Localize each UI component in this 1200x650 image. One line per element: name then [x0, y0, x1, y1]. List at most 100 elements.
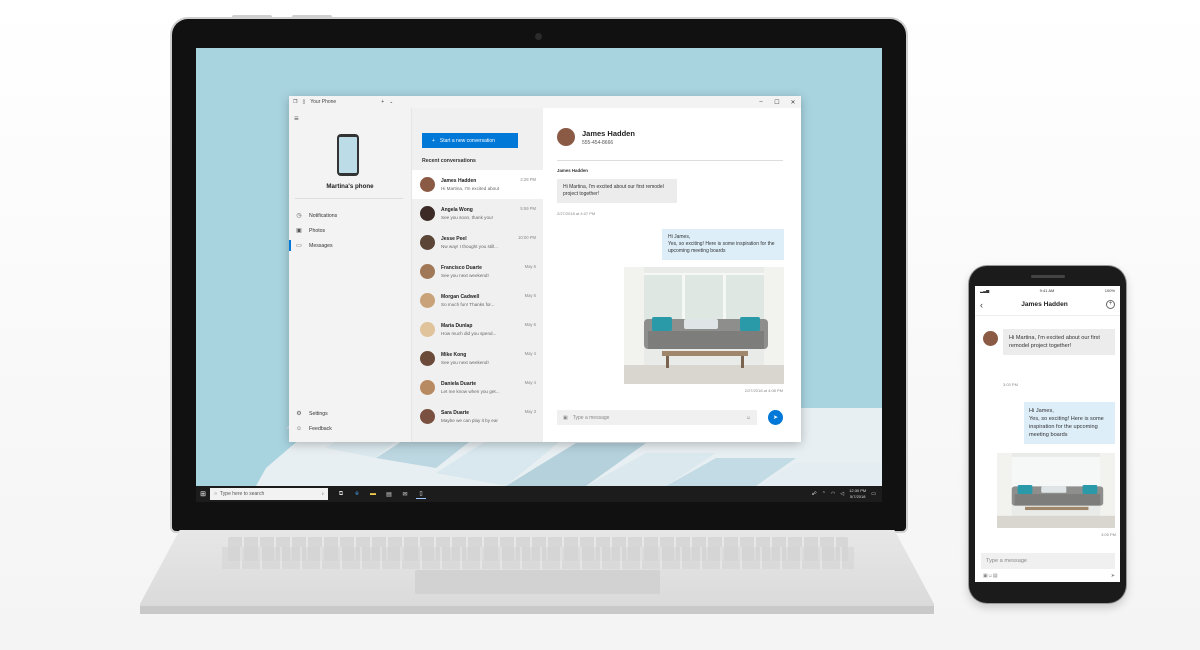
avatar [557, 128, 575, 146]
microphone-icon[interactable]: ♪ [322, 491, 325, 497]
file-explorer-icon[interactable]: ▬ [368, 489, 378, 499]
thread-header: James Hadden 555-454-8666 [557, 128, 635, 146]
avatar [420, 264, 435, 279]
outgoing-message: Hi James, Yes, so exciting! Here is some… [1024, 402, 1115, 444]
conversation-item[interactable]: Angela Wong See you soon, thank you! 5:59 … [412, 199, 544, 228]
conversation-name: Francisco Duarte [441, 264, 482, 271]
nav-item-messages[interactable]: ▭ Messages [289, 238, 411, 253]
your-phone-window: ❐ ▯ Your Phone + ⌄ – ☐ ✕ ≡ Martina's pho [289, 96, 801, 442]
hamburger-menu-icon[interactable]: ≡ [294, 114, 299, 123]
conversation-item[interactable]: James Hadden Hi Martina, I'm excited abou… [412, 170, 544, 199]
conversation-name: Mike Kong [441, 351, 467, 358]
nav-item-photos[interactable]: ▣ Photos [289, 223, 411, 238]
mail-icon[interactable]: ✉ [400, 489, 410, 499]
minimize-button[interactable]: – [753, 99, 769, 106]
send-icon[interactable]: ➤ [1111, 573, 1115, 579]
feedback-icon: ☺ [295, 425, 303, 432]
window-title: Your Phone [310, 99, 337, 105]
add-person-icon[interactable]: + [1105, 300, 1115, 309]
conversation-time: May 4 [524, 380, 536, 385]
new-conversation-button[interactable]: + Start a new conversation [422, 133, 518, 148]
conversation-item[interactable]: Mike Kong See you next weekend! May 4 [412, 344, 544, 373]
conversation-preview: Hi Martina, I'm excited about [441, 185, 500, 191]
conversation-item[interactable]: Maria Dunlap How much did you spend... May… [412, 315, 544, 344]
smartphone: ▂▃▅ 9:41 AM 100% ‹ James Hadden + Hi Mar… [969, 266, 1126, 603]
lid-edge [232, 15, 272, 19]
phone-message-input[interactable]: Type a message [981, 553, 1115, 569]
phone-illustration [337, 134, 359, 176]
sofa-photo[interactable] [624, 267, 784, 384]
gif-icon[interactable]: ▤ [993, 573, 998, 579]
network-icon[interactable]: ◠ [831, 491, 835, 497]
conversation-time: 5:59 PM [520, 206, 536, 211]
add-tab-icon[interactable]: + [381, 99, 384, 105]
taskbar-search-input[interactable]: ○ Type here to search ♪ [210, 488, 328, 500]
sofa-photo[interactable] [997, 453, 1115, 528]
attach-image-icon[interactable]: ▣ [563, 415, 568, 421]
conversation-time: 10:00 PM [518, 235, 536, 240]
conversation-item[interactable]: Daniela Duarte Let me know when you get..… [412, 373, 544, 402]
avatar [420, 380, 435, 395]
message-thread: James Hadden 555-454-8666 James Hadden H… [543, 108, 801, 442]
volume-icon[interactable]: ◁ [840, 491, 844, 497]
nav-item-feedback[interactable]: ☺ Feedback [289, 421, 411, 436]
conversation-preview: See you next weekend! [441, 359, 489, 365]
action-center-icon[interactable]: ▭ [871, 491, 876, 497]
button-label: Start a new conversation [439, 137, 495, 144]
taskbar: ⊞ ○ Type here to search ♪ ⧉ e ▬ ▤ ✉ ▯ ☍ … [196, 486, 882, 502]
conversation-preview: So much fun! Thanks for... [441, 301, 495, 307]
conversation-name: Daniela Duarte [441, 380, 477, 387]
phone-header: ‹ James Hadden + [975, 294, 1120, 316]
avatar [420, 206, 435, 221]
conversation-name: Sara Duarte [441, 409, 470, 416]
conversation-name: Maria Dunlap [441, 322, 473, 329]
maximize-button[interactable]: ☐ [769, 99, 785, 106]
back-arrow-icon[interactable]: ‹ [980, 300, 983, 310]
sender-label: James Hadden [557, 168, 588, 173]
people-icon[interactable]: ☍ [812, 491, 817, 497]
store-icon[interactable]: ▤ [384, 489, 394, 499]
lid-edge [292, 15, 332, 19]
avatar [420, 177, 435, 192]
conversation-name: Morgan Cadwell [441, 293, 480, 300]
webcam [535, 33, 542, 40]
conversation-time: May 3 [524, 409, 536, 414]
emoji-icon[interactable]: ☺ [746, 415, 751, 421]
conversation-item[interactable]: Francisco Duarte See you next weekend! May… [412, 257, 544, 286]
conversation-item[interactable]: Sara Duarte Maybe we can play it by ear Ma… [412, 402, 544, 431]
conversation-item[interactable]: Jesse Peel Nw way! I thought you still...… [412, 228, 544, 257]
status-time: 9:41 AM [1039, 287, 1055, 293]
conversation-pane: + Start a new conversation Recent conver… [411, 108, 544, 442]
window-titlebar[interactable]: ❐ ▯ Your Phone + ⌄ – ☐ ✕ [289, 96, 801, 108]
conversation-item[interactable]: Morgan Cadwell So much fun! Thanks for...… [412, 286, 544, 315]
windows-start-icon[interactable]: ⊞ [196, 486, 210, 502]
nav-item-label: Feedback [309, 425, 332, 432]
nav-item-settings[interactable]: ⚙ Settings [289, 406, 411, 421]
phone-status-bar: ▂▃▅ 9:41 AM 100% [975, 286, 1120, 294]
edge-browser-icon[interactable]: e [352, 489, 362, 499]
your-phone-taskbar-icon[interactable]: ▯ [416, 489, 426, 499]
incoming-message: Hi Martina, I'm excited about our first … [1003, 329, 1115, 355]
close-button[interactable]: ✕ [785, 99, 801, 106]
bell-icon: ◷ [296, 213, 302, 219]
message-input[interactable]: ▣ Type a message ☺ [557, 410, 757, 425]
task-view-icon[interactable]: ⧉ [336, 489, 346, 499]
chevron-up-icon[interactable]: ⌃ [822, 491, 826, 497]
compose-placeholder: Type a message [572, 414, 610, 421]
back-icon[interactable]: ❐ [293, 99, 297, 105]
gear-icon: ⚙ [296, 411, 302, 417]
divider [295, 198, 403, 199]
conversation-time: May 6 [524, 322, 536, 327]
send-button[interactable]: ➤ [768, 410, 783, 425]
chevron-down-icon[interactable]: ⌄ [389, 99, 393, 105]
nav-item-notifications[interactable]: ◷ Notifications [289, 208, 411, 223]
recent-heading: Recent conversations [422, 158, 476, 164]
compose-placeholder: Type a message [986, 558, 1028, 564]
conversation-preview: How much did you spend... [441, 330, 497, 336]
send-icon: ➤ [772, 415, 779, 421]
avatar [420, 351, 435, 366]
incoming-message: Hi Martina, I'm excited about our first … [557, 179, 677, 203]
conversation-time: 2:28 PM [520, 177, 536, 182]
conversation-preview: See you soon, thank you! [441, 214, 493, 220]
taskbar-clock[interactable]: 12:30 PM 5/7/2018 [849, 488, 866, 500]
